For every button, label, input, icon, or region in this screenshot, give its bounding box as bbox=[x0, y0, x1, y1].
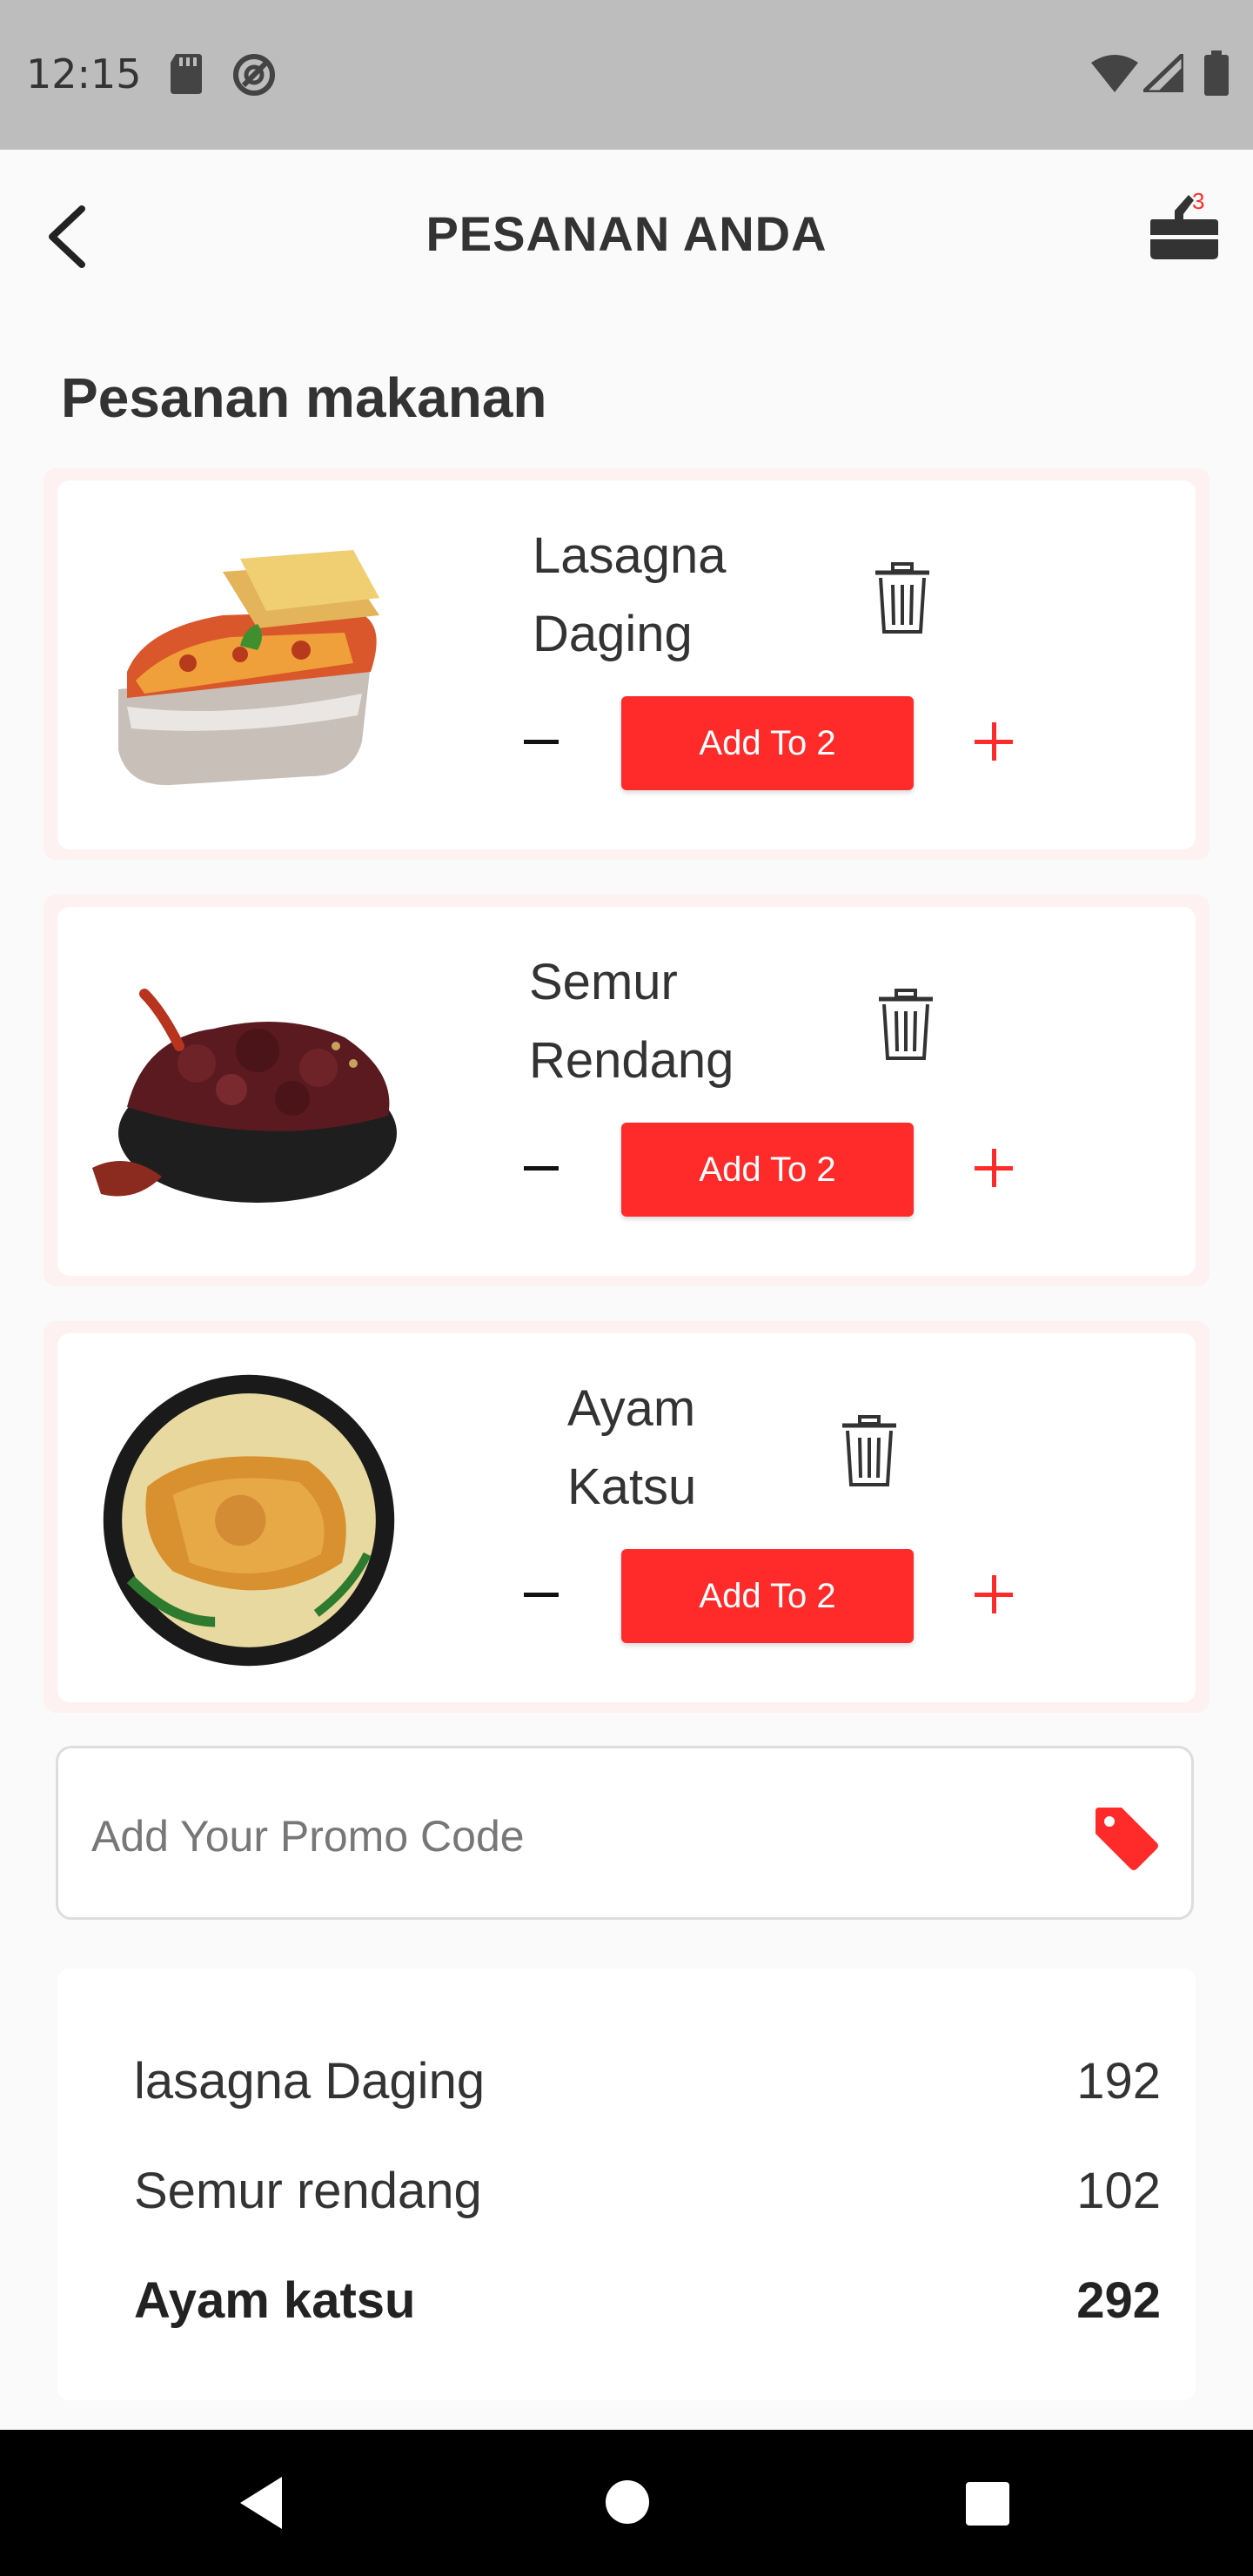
battery-icon bbox=[1204, 50, 1229, 96]
trash-icon[interactable] bbox=[875, 989, 936, 1062]
sd-card-icon bbox=[171, 54, 202, 94]
increase-button[interactable] bbox=[975, 1149, 1013, 1187]
sync-disabled-icon bbox=[233, 54, 275, 96]
summary-row: Ayam katsu 292 bbox=[134, 2271, 1161, 2341]
summary-item-name: Ayam katsu bbox=[134, 2272, 416, 2329]
rendang-image bbox=[92, 989, 397, 1203]
summary-row: lasagna Daging 192 bbox=[134, 2052, 1161, 2122]
food-name: Lasagna Daging bbox=[533, 527, 727, 662]
order-card-body: Lasagna Daging Add To 2 bbox=[57, 480, 1196, 849]
order-card: Ayam Katsu Add To 2 bbox=[44, 1321, 1209, 1713]
order-card-body: Semur Rendang Add To 2 bbox=[57, 907, 1196, 1276]
increase-button[interactable] bbox=[975, 1575, 1013, 1613]
decrease-button[interactable] bbox=[524, 740, 559, 744]
order-card: Semur Rendang Add To 2 bbox=[44, 895, 1209, 1286]
order-card-body: Ayam Katsu Add To 2 bbox=[57, 1333, 1196, 1702]
food-name: Ayam Katsu bbox=[567, 1380, 697, 1515]
decrease-button[interactable] bbox=[524, 1593, 559, 1597]
summary-item-price: 292 bbox=[1076, 2272, 1161, 2329]
summary-item-price: 192 bbox=[1076, 2053, 1161, 2110]
order-summary: lasagna Daging 192 Semur rendang 102 Aya… bbox=[57, 1969, 1196, 2400]
order-card: Lasagna Daging Add To 2 bbox=[44, 468, 1209, 860]
cart-badge: 3 bbox=[1192, 188, 1205, 214]
trash-icon[interactable] bbox=[872, 562, 933, 635]
status-time: 12:15 bbox=[26, 50, 142, 97]
add-to-button[interactable]: Add To 2 bbox=[621, 696, 914, 790]
promo-code-input[interactable] bbox=[90, 1792, 963, 1881]
summary-item-name: Semur rendang bbox=[134, 2163, 482, 2219]
lasagna-image bbox=[118, 550, 379, 786]
wifi-icon bbox=[1091, 55, 1138, 92]
decrease-button[interactable] bbox=[524, 1166, 559, 1171]
nav-home-icon[interactable] bbox=[606, 2480, 649, 2524]
nav-recent-apps-icon[interactable] bbox=[966, 2482, 1009, 2526]
promo-code-field bbox=[56, 1746, 1194, 1920]
page-title: PESANAN ANDA bbox=[425, 206, 828, 261]
summary-item-price: 102 bbox=[1076, 2163, 1161, 2219]
summary-item-name: lasagna Daging bbox=[134, 2053, 486, 2110]
status-bar: 12:15 bbox=[0, 0, 1253, 150]
nav-back-icon[interactable] bbox=[237, 2475, 285, 2531]
signal-icon bbox=[1143, 54, 1183, 92]
app-bar: PESANAN ANDA 3 bbox=[0, 150, 1253, 324]
increase-button[interactable] bbox=[975, 722, 1013, 761]
add-to-button[interactable]: Add To 2 bbox=[621, 1123, 914, 1217]
summary-row: Semur rendang 102 bbox=[134, 2162, 1161, 2231]
cart-icon[interactable] bbox=[1140, 184, 1227, 272]
system-nav-bar bbox=[0, 2430, 1253, 2576]
add-to-button[interactable]: Add To 2 bbox=[621, 1549, 914, 1643]
food-name: Semur Rendang bbox=[529, 954, 734, 1089]
katsu-image bbox=[103, 1374, 395, 1667]
section-title: Pesanan makanan bbox=[61, 366, 547, 429]
trash-icon[interactable] bbox=[839, 1415, 900, 1488]
tag-icon[interactable] bbox=[1090, 1802, 1160, 1872]
